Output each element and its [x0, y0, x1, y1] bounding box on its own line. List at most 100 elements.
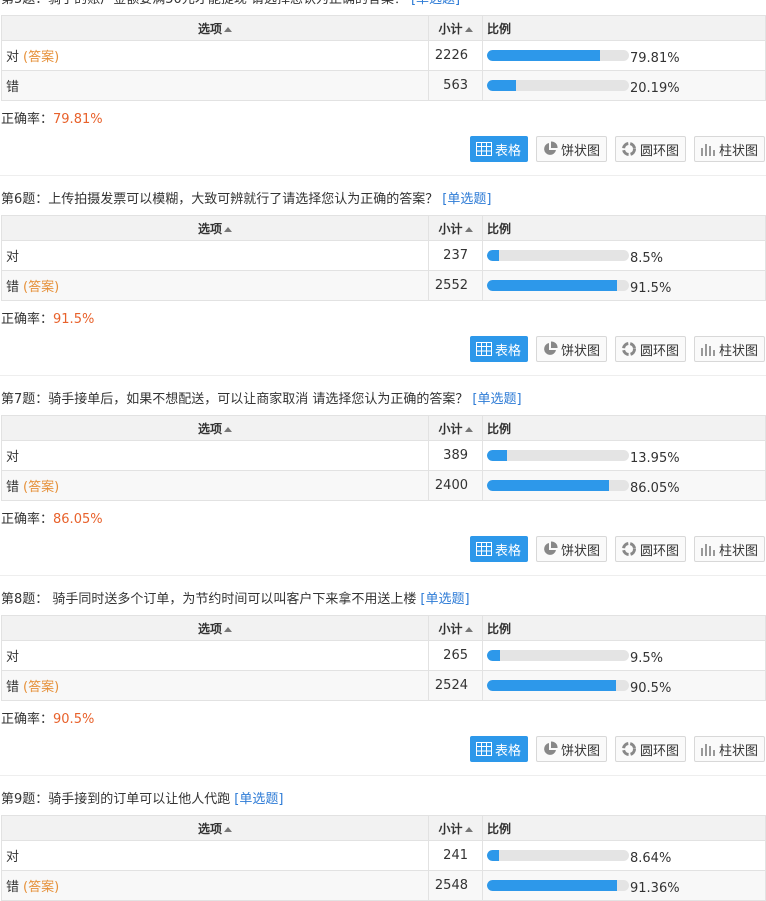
option-column-header[interactable]: 选项	[1, 415, 429, 441]
table-header-row: 选项 小计 比例	[1, 415, 766, 441]
ratio-percent: 8.5%	[630, 251, 664, 266]
sort-icon	[224, 826, 232, 832]
pie-chart-button[interactable]: 饼状图	[535, 336, 607, 362]
count-cell: 2548	[428, 870, 483, 901]
ratio-cell: 86.05%	[482, 470, 766, 501]
bar-chart-icon	[700, 544, 715, 556]
question-type-link[interactable]: [单选题]	[234, 792, 283, 807]
pie-chart-icon	[544, 541, 558, 555]
table-row: 错 (答案) 2524 90.5%	[1, 670, 766, 701]
ratio-bar	[487, 280, 629, 291]
question-type-link[interactable]: [单选题]	[411, 0, 460, 7]
answer-tag: (答案)	[23, 480, 60, 495]
ring-chart-button[interactable]: 圆环图	[614, 536, 686, 562]
count-column-header[interactable]: 小计	[428, 215, 483, 241]
option-cell: 对	[1, 240, 429, 271]
bar-chart-button[interactable]: 柱状图	[693, 736, 765, 762]
ring-chart-icon	[621, 742, 636, 756]
pie-chart-icon	[544, 741, 558, 755]
ratio-percent: 8.64%	[630, 851, 672, 866]
ratio-cell: 91.36%	[482, 870, 766, 901]
sort-icon	[224, 626, 232, 632]
option-label: 对	[6, 650, 20, 665]
sort-icon	[464, 626, 473, 632]
option-cell: 对	[1, 440, 429, 471]
question-type-link[interactable]: [单选题]	[442, 192, 491, 207]
ratio-percent: 86.05%	[630, 481, 680, 496]
results-table: 选项 小计 比例 对 265 9.5% 错 (答案) 2524 90.5%	[1, 615, 766, 701]
ratio-percent: 9.5%	[630, 651, 664, 666]
ratio-column-header: 比例	[482, 415, 766, 441]
pie-chart-button[interactable]: 饼状图	[535, 136, 607, 162]
table-view-button[interactable]: 表格	[469, 136, 528, 162]
table-row: 对 265 9.5%	[1, 640, 766, 671]
results-table: 选项 小计 比例 对 (答案) 2226 79.81% 错 563 20.19%	[1, 15, 766, 101]
ratio-bar	[487, 80, 629, 91]
ratio-bar-fill	[487, 50, 601, 61]
option-cell: 错 (答案)	[1, 870, 429, 901]
ratio-cell: 8.64%	[482, 840, 766, 871]
table-icon	[475, 542, 492, 556]
answer-tag: (答案)	[23, 880, 60, 895]
answer-tag: (答案)	[23, 680, 60, 695]
count-cell: 2524	[428, 670, 483, 701]
count-column-header[interactable]: 小计	[428, 615, 483, 641]
count-cell: 2226	[428, 40, 483, 71]
ratio-bar-fill	[487, 250, 500, 261]
question-title: 第5题：骑手的账户金额要满50元才能提现 请选择您认为正确的答案？ [单选题]	[1, 0, 460, 8]
answer-tag: (答案)	[23, 50, 60, 65]
ring-chart-button[interactable]: 圆环图	[614, 336, 686, 362]
ratio-bar-fill	[487, 480, 610, 491]
question-text: 第9题：骑手接到的订单可以让他人代跑	[1, 792, 231, 807]
option-label: 错	[6, 80, 20, 95]
option-label: 对	[6, 450, 20, 465]
ratio-column-header: 比例	[482, 615, 766, 641]
ring-chart-button[interactable]: 圆环图	[614, 736, 686, 762]
count-column-header[interactable]: 小计	[428, 415, 483, 441]
ratio-bar-fill	[487, 680, 616, 691]
pie-chart-button[interactable]: 饼状图	[535, 536, 607, 562]
ratio-column-header: 比例	[482, 215, 766, 241]
count-column-header[interactable]: 小计	[428, 815, 483, 841]
bar-chart-button[interactable]: 柱状图	[693, 136, 765, 162]
ratio-percent: 90.5%	[630, 681, 672, 696]
count-cell: 563	[428, 70, 483, 101]
correct-rate: 正确率：86.05%	[1, 512, 103, 527]
ring-chart-button[interactable]: 圆环图	[614, 136, 686, 162]
option-column-header[interactable]: 选项	[1, 815, 429, 841]
table-view-button[interactable]: 表格	[469, 536, 528, 562]
question-type-link[interactable]: [单选题]	[420, 592, 469, 607]
results-table: 选项 小计 比例 对 389 13.95% 错 (答案) 2400 86.05%	[1, 415, 766, 501]
sort-icon	[224, 26, 232, 32]
ratio-cell: 9.5%	[482, 640, 766, 671]
ratio-cell: 79.81%	[482, 40, 766, 71]
ratio-bar	[487, 680, 629, 691]
ratio-percent: 91.36%	[630, 881, 680, 896]
option-column-header[interactable]: 选项	[1, 215, 429, 241]
table-row: 对 237 8.5%	[1, 240, 766, 271]
option-label: 错	[6, 880, 20, 895]
table-view-button[interactable]: 表格	[469, 336, 528, 362]
ring-chart-icon	[621, 542, 636, 556]
count-cell: 241	[428, 840, 483, 871]
count-cell: 265	[428, 640, 483, 671]
option-column-header[interactable]: 选项	[1, 15, 429, 41]
table-row: 对 389 13.95%	[1, 440, 766, 471]
count-column-header[interactable]: 小计	[428, 15, 483, 41]
pie-chart-button[interactable]: 饼状图	[535, 736, 607, 762]
table-view-button[interactable]: 表格	[469, 736, 528, 762]
option-column-header[interactable]: 选项	[1, 615, 429, 641]
results-table: 选项 小计 比例 对 241 8.64% 错 (答案) 2548 91.36%	[1, 815, 766, 901]
question-type-link[interactable]: [单选题]	[472, 392, 521, 407]
ratio-bar	[487, 480, 629, 491]
bar-chart-button[interactable]: 柱状图	[693, 536, 765, 562]
table-header-row: 选项 小计 比例	[1, 15, 766, 41]
table-row: 错 563 20.19%	[1, 70, 766, 101]
table-icon	[475, 142, 492, 156]
count-cell: 2552	[428, 270, 483, 301]
ring-chart-icon	[621, 142, 636, 156]
question-divider	[0, 775, 766, 776]
option-cell: 错 (答案)	[1, 470, 429, 501]
sort-icon	[464, 426, 473, 432]
bar-chart-button[interactable]: 柱状图	[693, 336, 765, 362]
